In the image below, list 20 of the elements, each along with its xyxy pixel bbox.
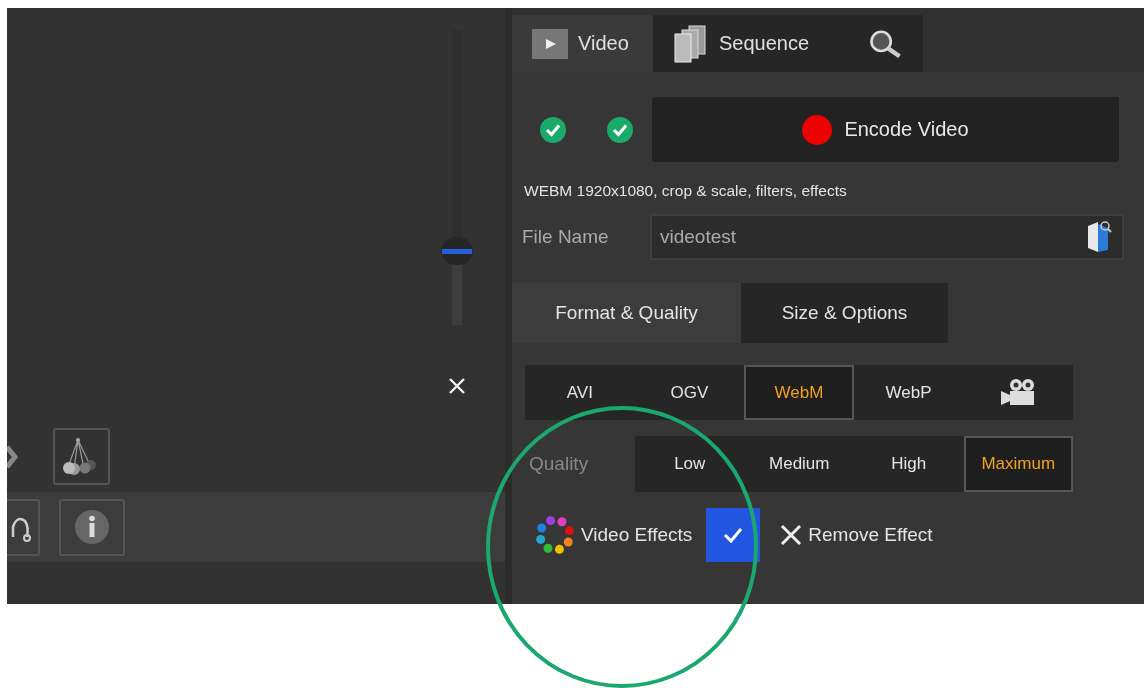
remove-effect-button[interactable]: Remove Effect [780, 523, 933, 546]
settings-tab[interactable]: Size & Options [741, 283, 948, 343]
file-name-field[interactable]: videotest [650, 214, 1124, 260]
format-option[interactable]: AVI [525, 365, 635, 420]
file-name-label: File Name [522, 226, 610, 248]
quality-option[interactable]: Maximum [963, 436, 1073, 492]
video-effects-label: Video Effects [581, 523, 693, 546]
encode-video-button[interactable]: Encode Video [652, 97, 1119, 162]
file-name-input[interactable]: videotest [652, 225, 1086, 249]
video-tab[interactable]: Video [512, 15, 653, 72]
format-option[interactable]: WebM [744, 365, 854, 420]
quality-option[interactable]: Low [635, 436, 745, 492]
format-option[interactable]: WebP [853, 365, 964, 420]
summary-text: WEBM 1920x1080, crop & scale, filters, effects [524, 182, 848, 200]
settings-tab[interactable]: Format & Quality [512, 283, 741, 343]
format-option[interactable]: OGV [634, 365, 745, 420]
sequence-tab[interactable]: Sequence [653, 15, 848, 72]
quality-option[interactable]: High [854, 436, 964, 492]
quality-option[interactable]: Medium [744, 436, 854, 492]
quality-label: Quality [529, 453, 590, 475]
